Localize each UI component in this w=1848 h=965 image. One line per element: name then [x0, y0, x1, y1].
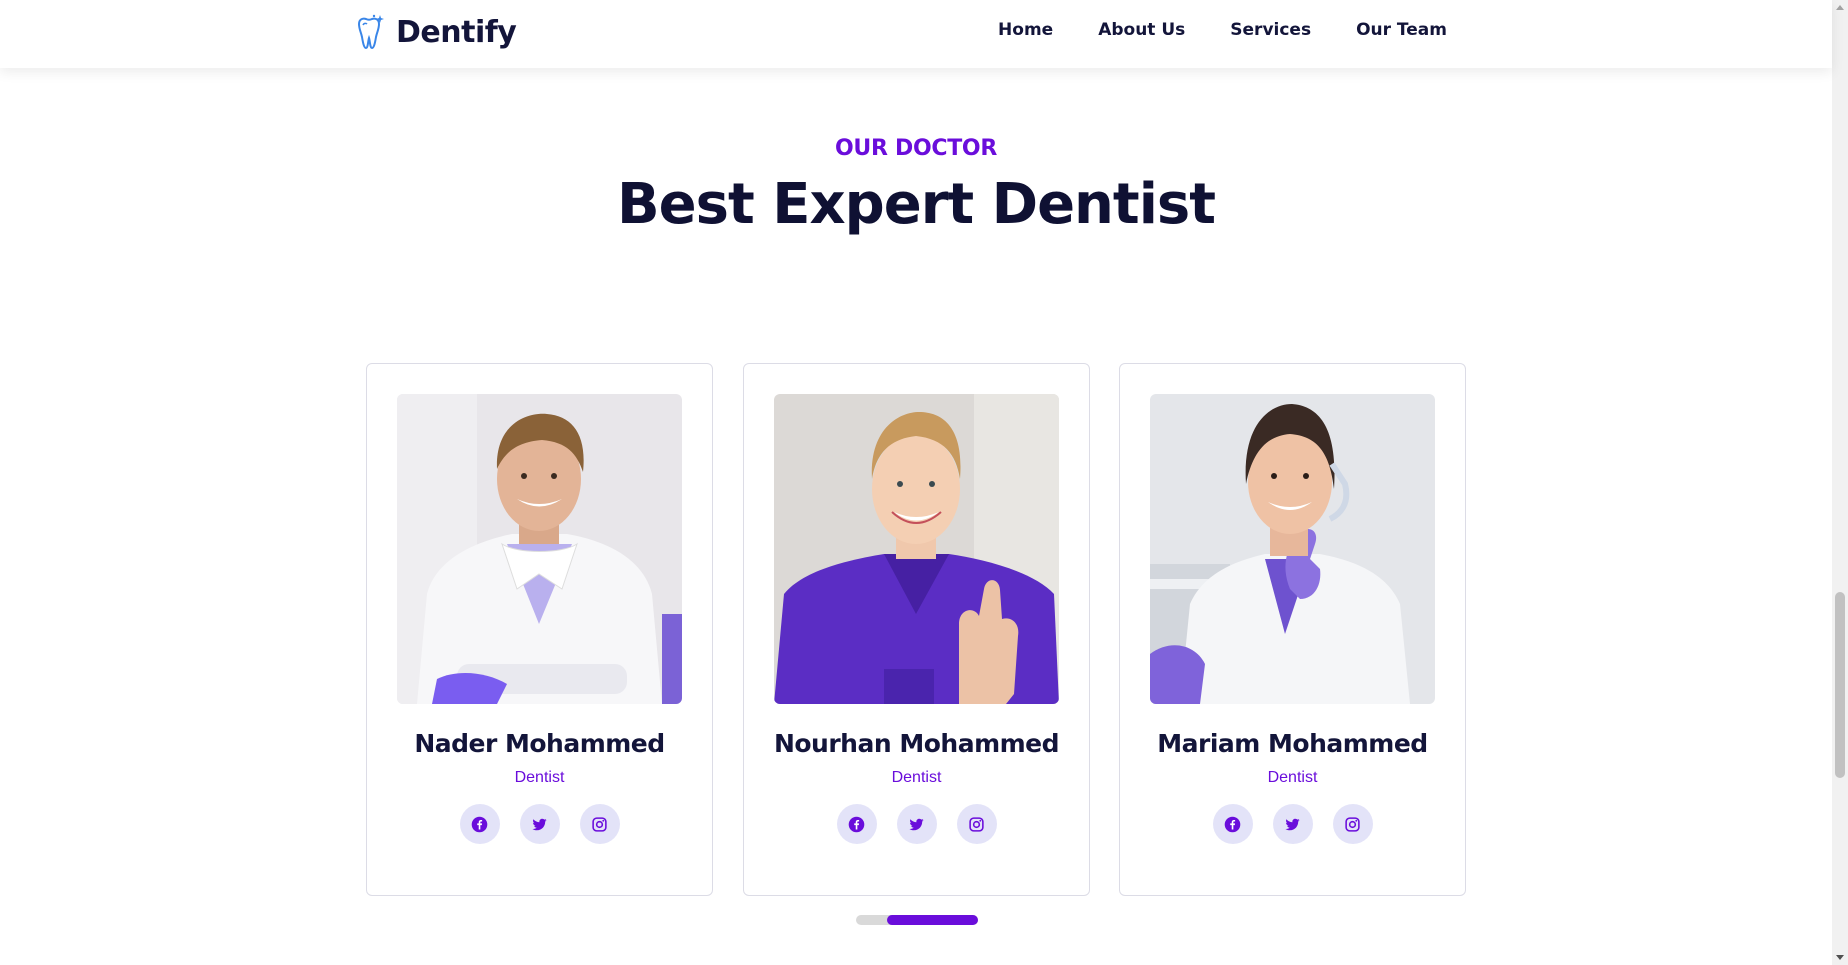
nav-item-home[interactable]: Home: [998, 20, 1053, 40]
navbar: Dentify Home About Us Services Our Team: [0, 0, 1832, 68]
instagram-link[interactable]: [1332, 804, 1373, 844]
social-links: [1120, 804, 1465, 844]
doctor-card: Nader Mohammed Dentist: [366, 363, 713, 896]
doctor-role: Dentist: [1267, 769, 1318, 786]
doctor-name: Nourhan Mohammed: [773, 729, 1060, 758]
nav-item-our-team[interactable]: Our Team: [1356, 20, 1447, 40]
social-links: [367, 804, 712, 844]
facebook-link[interactable]: [1212, 804, 1253, 844]
doctor-role: Dentist: [891, 769, 942, 786]
twitter-link[interactable]: [1272, 804, 1313, 844]
facebook-icon: [848, 816, 865, 832]
doctor-photo: [774, 394, 1059, 704]
doctor-role: Dentist: [514, 769, 565, 786]
instagram-link[interactable]: [956, 804, 997, 844]
twitter-link[interactable]: [519, 804, 560, 844]
tooth-icon: [357, 14, 384, 50]
social-links: [744, 804, 1089, 844]
doctor-photo: [397, 394, 682, 704]
facebook-link[interactable]: [836, 804, 877, 844]
instagram-icon: [1345, 816, 1360, 832]
scroll-down-arrow-icon[interactable]: [1836, 955, 1844, 960]
scroll-up-arrow-icon[interactable]: [1836, 5, 1844, 10]
page: Dentify Home About Us Services Our Team …: [0, 0, 1848, 965]
brand-logo-link[interactable]: Dentify: [352, 13, 517, 51]
instagram-icon: [969, 816, 984, 832]
brand-name: Dentify: [396, 14, 517, 50]
doctor-name: Mariam Mohammed: [1157, 729, 1428, 758]
doctor-name: Nader Mohammed: [414, 729, 665, 758]
section-title: Best Expert Dentist: [617, 172, 1216, 237]
nav-item-about-us[interactable]: About Us: [1098, 20, 1185, 40]
main-nav: Home About Us Services Our Team: [998, 20, 1447, 40]
twitter-icon: [1285, 818, 1300, 830]
instagram-link[interactable]: [579, 804, 620, 844]
page-scrollbar[interactable]: [1832, 0, 1848, 965]
carousel-pagination[interactable]: [856, 915, 978, 925]
facebook-icon: [1224, 816, 1241, 832]
section-subtitle: OUR DOCTOR: [835, 136, 997, 161]
scrollbar-thumb[interactable]: [1835, 592, 1845, 778]
doctor-card: Nourhan Mohammed Dentist: [743, 363, 1090, 896]
twitter-icon: [532, 818, 547, 830]
twitter-link[interactable]: [896, 804, 937, 844]
doctor-card: Mariam Mohammed Dentist: [1119, 363, 1466, 896]
carousel-pagination-active: [887, 915, 978, 925]
nav-item-services[interactable]: Services: [1230, 20, 1311, 40]
twitter-icon: [909, 818, 924, 830]
facebook-link[interactable]: [459, 804, 500, 844]
doctor-photo: [1150, 394, 1435, 704]
facebook-icon: [471, 816, 488, 832]
instagram-icon: [592, 816, 607, 832]
